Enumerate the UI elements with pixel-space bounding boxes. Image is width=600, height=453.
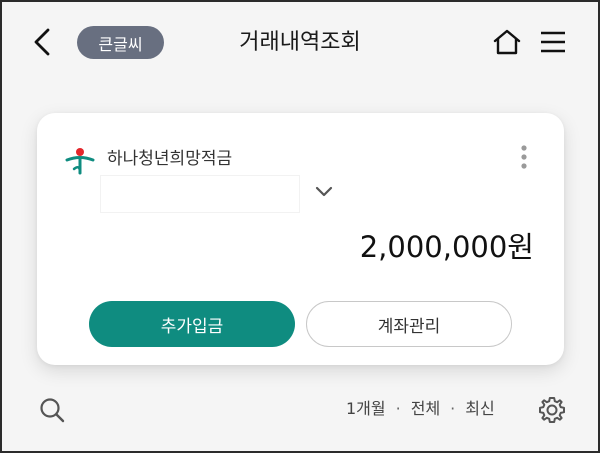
app-header: 큰글씨 거래내역조회	[0, 0, 600, 86]
account-number-masked	[100, 175, 300, 213]
filter-period: 1개월	[346, 399, 386, 418]
filter-summary[interactable]: 1개월 · 전체 · 최신	[346, 397, 495, 421]
search-button[interactable]	[38, 396, 66, 424]
search-icon	[40, 398, 65, 423]
chevron-down-icon	[315, 186, 333, 197]
filter-settings-button[interactable]	[537, 395, 567, 425]
filter-separator: ·	[395, 399, 401, 418]
filter-separator: ·	[450, 399, 456, 418]
hana-bank-logo-icon	[65, 148, 95, 175]
filter-type: 전체	[410, 399, 441, 418]
bank-logo	[65, 146, 95, 176]
additional-deposit-button[interactable]: 추가입금	[89, 301, 295, 347]
home-icon	[493, 29, 521, 55]
account-balance: 2,000,000원	[359, 230, 534, 264]
filter-order: 최신	[465, 399, 495, 418]
account-name: 하나청년희망적금	[107, 149, 233, 169]
home-button[interactable]	[492, 26, 522, 58]
large-text-toggle[interactable]: 큰글씨	[77, 26, 164, 59]
account-management-button[interactable]: 계좌관리	[306, 301, 512, 347]
page-title: 거래내역조회	[239, 30, 361, 55]
hamburger-menu-icon	[541, 31, 565, 53]
chevron-left-icon	[34, 28, 50, 56]
gear-icon	[539, 397, 565, 423]
back-button[interactable]	[30, 26, 54, 58]
account-select-dropdown[interactable]	[311, 179, 337, 203]
kebab-menu-icon	[521, 145, 527, 169]
menu-button[interactable]	[538, 26, 568, 58]
account-card: 하나청년희망적금 2,000,000원 추가입금 계좌관리	[37, 113, 564, 365]
more-options-button[interactable]	[515, 143, 533, 173]
